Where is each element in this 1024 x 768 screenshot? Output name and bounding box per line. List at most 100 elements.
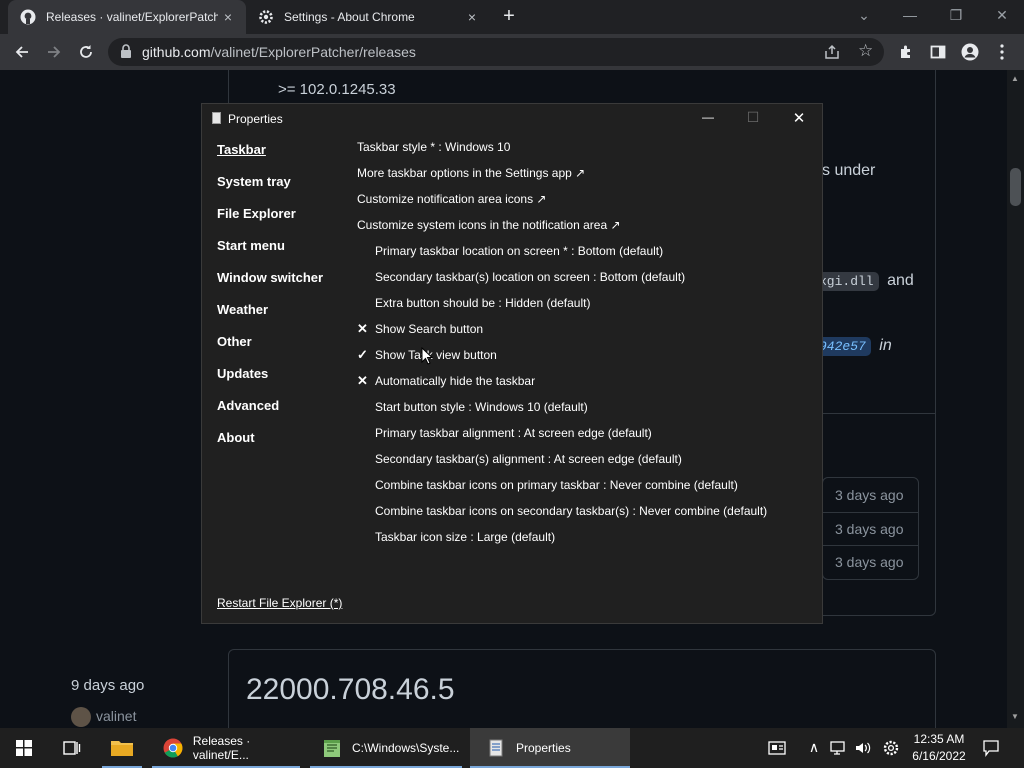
properties-title: Properties (228, 112, 283, 126)
toggle-search-button[interactable]: Show Search button (375, 322, 483, 336)
mouse-cursor-icon (421, 346, 434, 365)
option-primary-location[interactable]: Primary taskbar location on screen * : B… (375, 244, 663, 258)
gear-icon (258, 9, 274, 25)
in-text: in (879, 337, 892, 354)
option-extra-button[interactable]: Extra button should be : Hidden (default… (375, 296, 590, 310)
link-settings-app[interactable]: More taskbar options in the Settings app… (357, 166, 585, 180)
address-bar[interactable]: github.com/valinet/ExplorerPatcher/relea… (108, 38, 884, 66)
page-scrollbar[interactable]: ▲ ▼ (1007, 70, 1024, 728)
bookmark-star-icon[interactable]: ☆ (858, 42, 874, 60)
release-title[interactable]: 22000.708.46.5 (246, 673, 455, 707)
option-taskbar-style[interactable]: Taskbar style * : Windows 10 (357, 140, 510, 154)
forward-icon[interactable] (42, 40, 66, 64)
close-window-button[interactable]: ✕ (982, 4, 1022, 26)
side-panel-icon[interactable] (926, 40, 950, 64)
option-start-button-style[interactable]: Start button style : Windows 10 (default… (375, 400, 588, 414)
properties-minimize-button[interactable]: — (696, 110, 720, 124)
toggle-task-view-button[interactable]: Show Task view button (375, 348, 497, 362)
more-menu-icon[interactable] (990, 40, 1014, 64)
option-icon-size[interactable]: Taskbar icon size : Large (default) (375, 530, 555, 544)
nav-other[interactable]: Other (217, 334, 323, 366)
minimize-button[interactable]: — (890, 4, 930, 26)
taskbar-item-properties[interactable]: Properties (470, 728, 630, 768)
notepad-icon (320, 736, 344, 760)
properties-titlebar[interactable]: Properties — ☐ ✕ (202, 104, 822, 134)
file-explorer-taskbar-icon[interactable] (100, 728, 144, 768)
tab-title: Settings - About Chrome (284, 10, 415, 24)
tab-releases[interactable]: Releases · valinet/ExplorerPatche × (8, 0, 246, 34)
code-snippet: xgi.dll and (814, 272, 914, 291)
asset-row-divider (822, 512, 919, 513)
author-avatar[interactable] (71, 707, 91, 727)
link-notification-icons[interactable]: Customize notification area icons ↗ (357, 192, 546, 206)
reload-icon[interactable] (74, 40, 98, 64)
github-icon (20, 9, 36, 25)
release-date: 9 days ago (71, 677, 145, 694)
dll-code: xgi.dll (814, 272, 879, 291)
clock-date: 6/16/2022 (912, 749, 966, 763)
checkbox-check-icon[interactable]: ✓ (357, 347, 368, 363)
toggle-autohide-taskbar[interactable]: Automatically hide the taskbar (375, 374, 535, 388)
task-view-icon[interactable] (48, 728, 96, 768)
tab-close-icon[interactable]: × (462, 9, 482, 25)
news-widget-icon[interactable] (768, 740, 786, 756)
tab-title: Releases · valinet/ExplorerPatche (46, 10, 218, 24)
restore-button[interactable]: ❐ (936, 4, 976, 26)
link-system-icons[interactable]: Customize system icons in the notificati… (357, 218, 621, 232)
nav-taskbar[interactable]: Taskbar (217, 142, 323, 174)
settings-gear-icon[interactable] (882, 739, 900, 757)
taskbar-item-chrome[interactable]: Releases · valinet/E... (148, 728, 304, 768)
network-icon[interactable] (830, 740, 848, 756)
clock[interactable]: 12:35 AM 6/16/2022 (906, 731, 972, 765)
divider (823, 413, 935, 414)
option-combine-primary[interactable]: Combine taskbar icons on primary taskbar… (375, 478, 738, 492)
release-author[interactable]: valinet (96, 708, 136, 724)
browser-toolbar: github.com/valinet/ExplorerPatcher/relea… (0, 34, 1024, 70)
extensions-icon[interactable] (894, 40, 918, 64)
nav-window-switcher[interactable]: Window switcher (217, 270, 323, 302)
tab-settings[interactable]: Settings - About Chrome × (246, 0, 490, 34)
start-button[interactable] (0, 728, 48, 768)
clock-time: 12:35 AM (913, 732, 965, 746)
checkbox-cross-icon[interactable]: ✕ (357, 321, 368, 337)
nav-about[interactable]: About (217, 430, 323, 462)
asset-date: 3 days ago (835, 521, 904, 537)
browser-tab-strip: Releases · valinet/ExplorerPatche × Sett… (0, 0, 1024, 34)
back-icon[interactable] (10, 40, 34, 64)
scroll-up-arrow[interactable]: ▲ (1011, 74, 1019, 83)
volume-icon[interactable] (854, 740, 872, 756)
properties-nav: Taskbar System tray File Explorer Start … (217, 142, 323, 462)
taskbar-item-label: C:\Windows\Syste... (352, 741, 460, 755)
option-combine-secondary[interactable]: Combine taskbar icons on secondary taskb… (375, 504, 767, 518)
url-text: github.com/valinet/ExplorerPatcher/relea… (142, 44, 416, 60)
taskbar-item-explorer-window[interactable]: C:\Windows\Syste... (306, 728, 466, 768)
share-icon[interactable] (824, 44, 840, 60)
tab-close-icon[interactable]: × (218, 9, 238, 25)
scroll-thumb[interactable] (1010, 168, 1021, 206)
nav-system-tray[interactable]: System tray (217, 174, 323, 206)
asset-row-divider (822, 545, 919, 546)
properties-close-button[interactable]: ✕ (787, 109, 811, 127)
new-tab-button[interactable]: + (498, 6, 520, 28)
version-text: >= 102.0.1245.33 (278, 81, 396, 98)
notification-center-icon[interactable] (982, 739, 1000, 757)
checkbox-cross-icon[interactable]: ✕ (357, 373, 368, 389)
tray-chevron-icon[interactable]: ∧ (806, 739, 822, 756)
properties-app-icon (484, 736, 508, 760)
nav-start-menu[interactable]: Start menu (217, 238, 323, 270)
nav-weather[interactable]: Weather (217, 302, 323, 334)
nav-updates[interactable]: Updates (217, 366, 323, 398)
properties-maximize-button[interactable]: ☐ (741, 109, 765, 126)
restart-explorer-link[interactable]: Restart File Explorer (*) (217, 596, 342, 610)
option-secondary-alignment[interactable]: Secondary taskbar(s) alignment : At scre… (375, 452, 682, 466)
tab-search-icon[interactable]: ⌄ (844, 4, 884, 26)
option-primary-alignment[interactable]: Primary taskbar alignment : At screen ed… (375, 426, 652, 440)
option-secondary-location[interactable]: Secondary taskbar(s) location on screen … (375, 270, 685, 284)
nav-file-explorer[interactable]: File Explorer (217, 206, 323, 238)
and-text: and (887, 272, 914, 289)
nav-advanced[interactable]: Advanced (217, 398, 323, 430)
profile-icon[interactable] (958, 40, 982, 64)
windows-taskbar: Releases · valinet/E... C:\Windows\Syste… (0, 728, 1024, 768)
lock-icon[interactable] (120, 44, 134, 58)
scroll-down-arrow[interactable]: ▼ (1011, 712, 1019, 721)
